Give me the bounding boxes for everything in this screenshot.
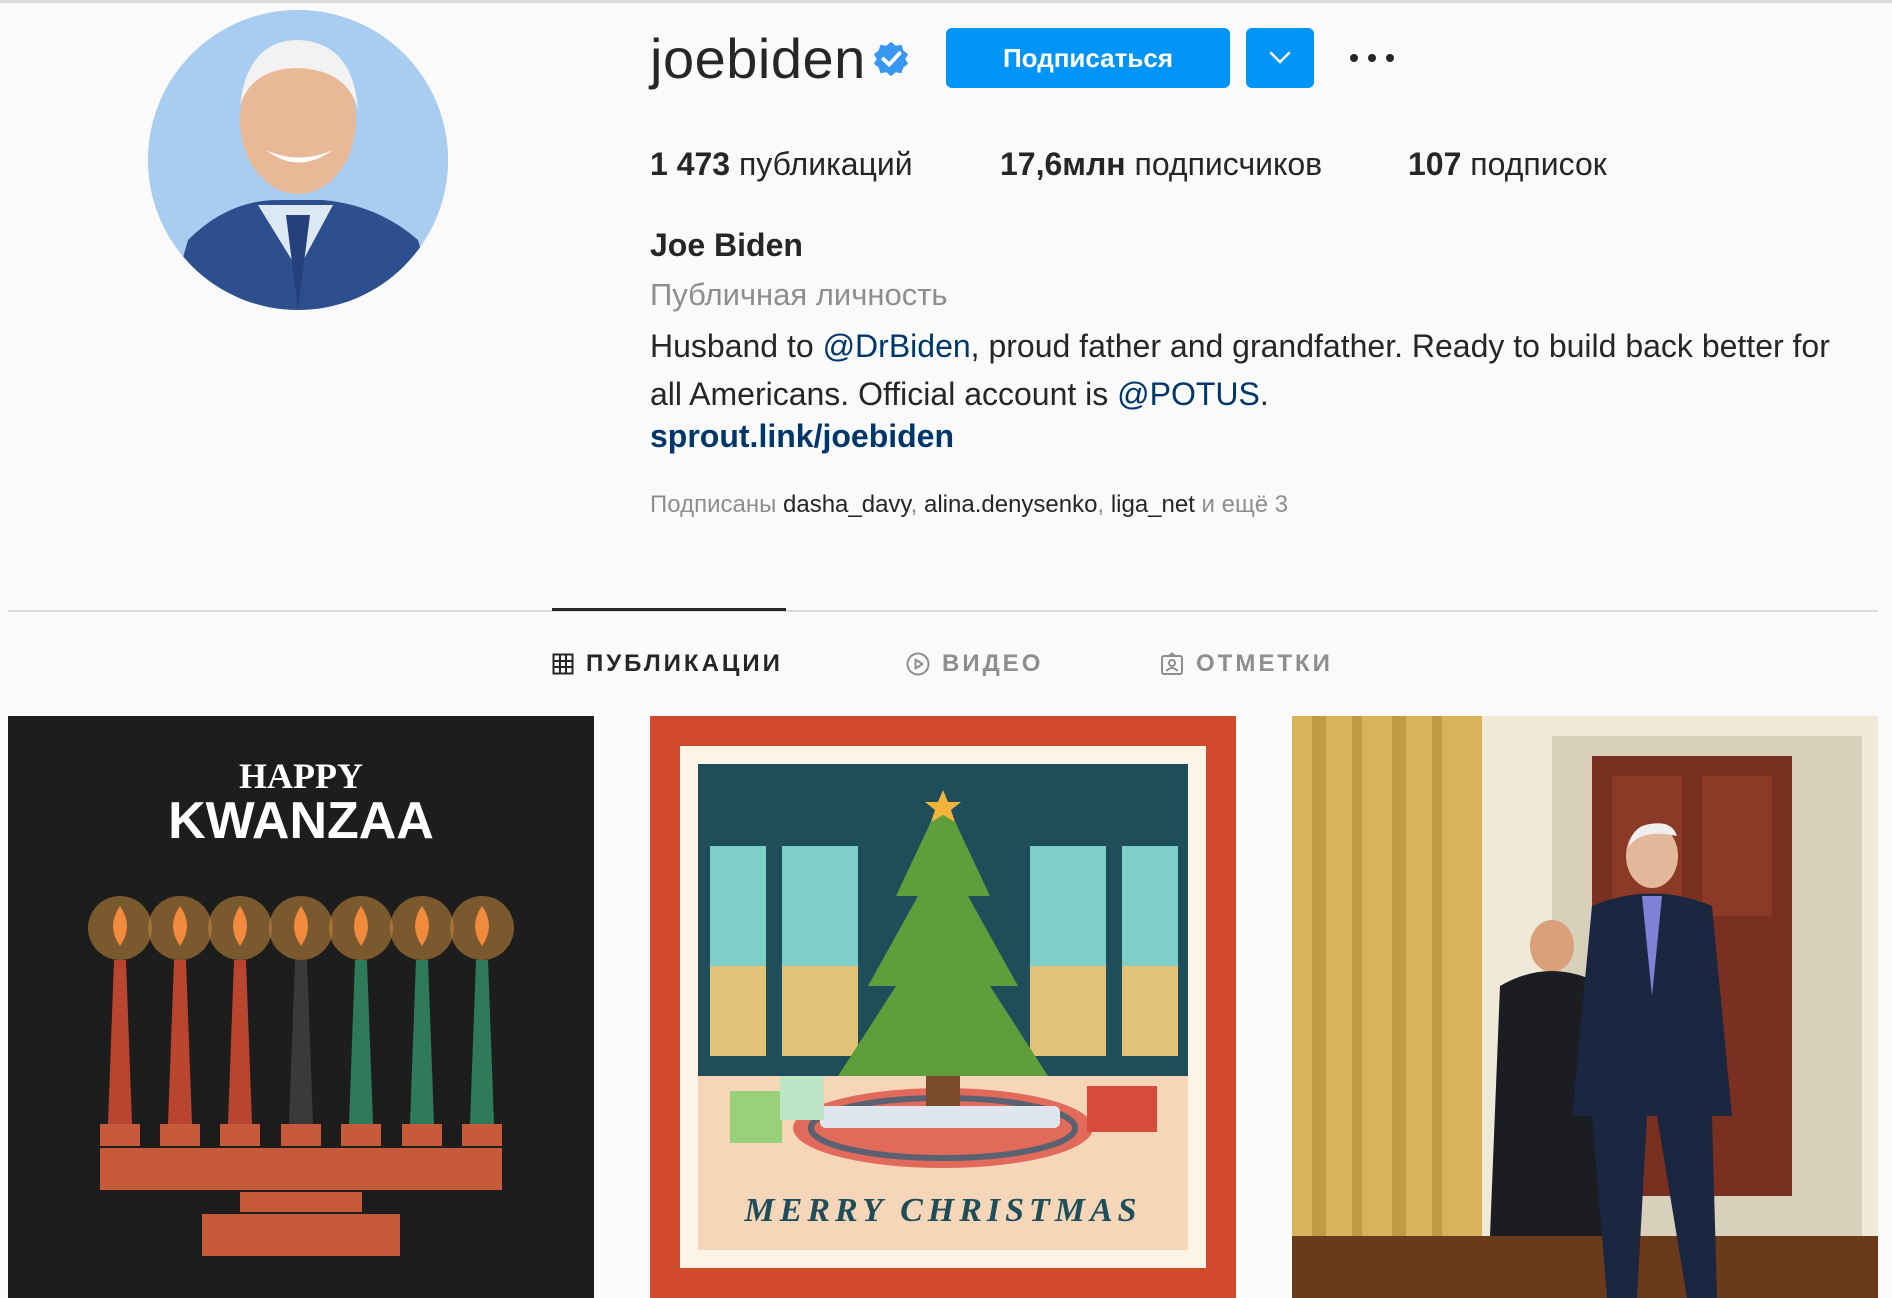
tagged-icon bbox=[1161, 652, 1183, 675]
top-border bbox=[0, 0, 1892, 3]
chevron-down-icon bbox=[1269, 51, 1291, 64]
followers-count: 17,6млн bbox=[1000, 146, 1126, 182]
followed-by-suffix: и ещё 3 bbox=[1194, 491, 1289, 518]
profile-avatar[interactable] bbox=[148, 10, 448, 310]
followed-by-prefix: Подписаны bbox=[650, 491, 783, 518]
posts-label: публикаций bbox=[730, 146, 913, 182]
post-thumbnail[interactable]: MERRY CHRISTMAS bbox=[650, 716, 1236, 1298]
verified-badge-icon bbox=[872, 40, 910, 78]
christmas-caption: MERRY CHRISTMAS bbox=[743, 1192, 1141, 1229]
profile-bio: Husband to @DrBiden, proud father and gr… bbox=[650, 322, 1870, 418]
posts-count-stat: 1 473 публикаций bbox=[650, 146, 913, 183]
tab-posts[interactable]: ПУБЛИКАЦИИ bbox=[552, 650, 783, 678]
profile-website-link[interactable]: sprout.link/joebiden bbox=[650, 418, 954, 455]
suggested-accounts-button[interactable] bbox=[1246, 28, 1314, 88]
kwanzaa-title-line2: KWANZAA bbox=[168, 792, 434, 850]
profile-username: joebiden bbox=[650, 27, 866, 90]
bio-text: Husband to bbox=[650, 328, 823, 364]
followers-stat[interactable]: 17,6млн подписчиков bbox=[1000, 146, 1322, 183]
play-icon bbox=[906, 652, 930, 676]
tab-tagged[interactable]: ОТМЕТКИ bbox=[1160, 650, 1333, 678]
followed-by-user[interactable]: alina.denysenko bbox=[924, 491, 1097, 518]
tab-video[interactable]: ВИДЕО bbox=[906, 650, 1043, 678]
bio-mention-potus[interactable]: @POTUS bbox=[1117, 376, 1260, 412]
tab-tagged-label: ОТМЕТКИ bbox=[1196, 650, 1333, 677]
active-tab-indicator bbox=[552, 608, 786, 611]
profile-full-name: Joe Biden bbox=[650, 227, 803, 263]
bio-text: . bbox=[1259, 376, 1269, 412]
followed-by-user[interactable]: dasha_davy bbox=[783, 491, 911, 518]
following-label: подписок bbox=[1461, 146, 1607, 182]
tab-video-label: ВИДЕО bbox=[942, 650, 1044, 677]
separator: , bbox=[910, 491, 924, 518]
followers-label: подписчиков bbox=[1125, 146, 1323, 182]
more-options-icon[interactable] bbox=[1350, 40, 1394, 76]
followed-by-user[interactable]: liga_net bbox=[1111, 491, 1195, 518]
post-thumbnail[interactable] bbox=[1292, 716, 1878, 1298]
tab-posts-label: ПУБЛИКАЦИИ bbox=[586, 650, 783, 677]
posts-count: 1 473 bbox=[650, 146, 731, 182]
following-count: 107 bbox=[1408, 146, 1462, 182]
followed-by[interactable]: Подписаны dasha_davy, alina.denysenko, l… bbox=[650, 491, 1288, 519]
bio-mention-drbiden[interactable]: @DrBiden bbox=[823, 328, 971, 364]
following-stat[interactable]: 107 подписок bbox=[1408, 146, 1607, 183]
follow-button[interactable]: Подписаться bbox=[946, 28, 1230, 88]
kwanzaa-title-line1: HAPPY bbox=[239, 756, 363, 796]
separator: , bbox=[1097, 491, 1111, 518]
tabs-divider bbox=[8, 610, 1878, 612]
profile-category: Публичная личность bbox=[650, 277, 948, 312]
grid-icon bbox=[552, 653, 574, 675]
post-thumbnail[interactable]: HAPPY KWANZAA bbox=[8, 716, 594, 1298]
